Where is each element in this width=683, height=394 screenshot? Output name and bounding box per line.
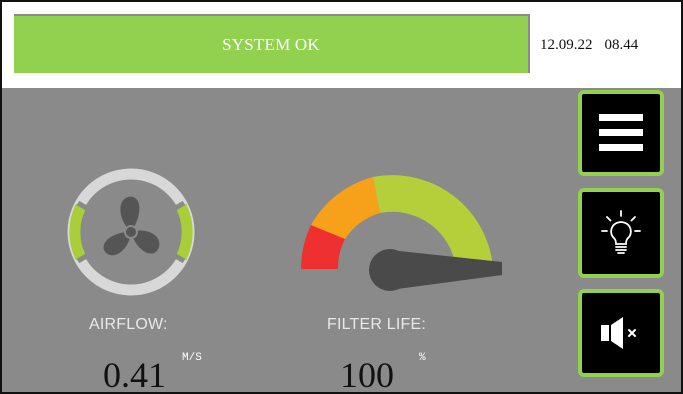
status-bar: SYSTEM OK xyxy=(14,16,528,73)
filter-life-gauge xyxy=(297,165,507,315)
airflow-widget xyxy=(64,165,198,299)
status-spacer xyxy=(14,73,530,88)
datetime: 12.09.22 08.44 xyxy=(540,37,638,54)
filter-life-value: 100 xyxy=(340,355,394,394)
airflow-value: 0.41 xyxy=(103,355,166,394)
sound-mute-button[interactable] xyxy=(578,289,664,377)
fan-icon xyxy=(67,168,195,296)
status-text: SYSTEM OK xyxy=(222,34,320,54)
airflow-label: AIRFLOW: xyxy=(89,316,168,333)
time-text: 08.44 xyxy=(604,37,639,53)
filter-life-unit: % xyxy=(419,352,426,364)
lightbulb-icon xyxy=(601,210,641,254)
menu-button[interactable] xyxy=(578,90,664,176)
speaker-mute-icon xyxy=(601,317,636,349)
airflow-unit: M/S xyxy=(182,352,202,364)
date-text: 12.09.22 xyxy=(540,37,593,53)
hamburger-menu-icon xyxy=(599,114,643,151)
filter-life-label: FILTER LIFE: xyxy=(327,316,427,333)
gauge-dial xyxy=(300,175,502,291)
left-top-border xyxy=(2,2,14,88)
light-button[interactable] xyxy=(578,188,664,278)
hmi-screen: SYSTEM OK 12.09.22 08.44 AIRFLOW: FILTER… xyxy=(0,0,683,394)
